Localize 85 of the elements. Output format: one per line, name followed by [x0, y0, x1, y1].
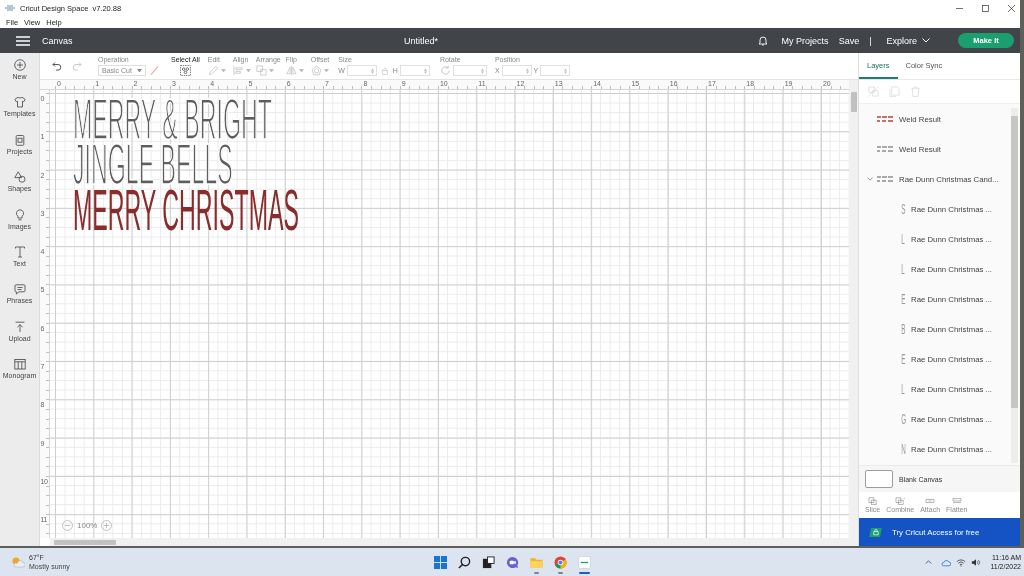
shapes-icon: [13, 171, 26, 184]
speech-bubble-icon: [13, 283, 26, 296]
layer-thumbnail: N: [901, 442, 905, 456]
spinner-icon: [370, 67, 374, 74]
layer-thumbnail: L: [901, 382, 905, 396]
layer-thumbnail: G: [901, 412, 905, 426]
spinner-icon: [480, 67, 484, 74]
upload-icon: [13, 320, 26, 333]
document-title: Untitled*: [404, 35, 439, 46]
layer-thumbnail: E: [901, 352, 905, 366]
separator: |: [869, 35, 872, 46]
t-shirt-icon: [13, 96, 26, 109]
speaker-icon[interactable]: [971, 557, 982, 567]
rotation-field[interactable]: [452, 65, 487, 76]
section-title: Canvas: [42, 35, 73, 46]
caret-icon: [220, 68, 226, 73]
close-icon[interactable]: [1008, 4, 1015, 12]
zoom-in-icon[interactable]: [101, 520, 113, 531]
maximize-icon[interactable]: [982, 4, 989, 12]
explore-button[interactable]: Explore: [886, 35, 930, 46]
attach-icon: [925, 496, 936, 505]
size-field[interactable]: [399, 65, 430, 76]
caret-icon: [323, 68, 329, 73]
scrollbar-thumb[interactable]: [1011, 116, 1018, 408]
windows-logo-icon[interactable]: [433, 555, 447, 569]
rotate-icon[interactable]: [439, 65, 451, 76]
flip-icon[interactable]: [285, 65, 297, 76]
scrollbar[interactable]: [50, 538, 858, 546]
caret-icon: [298, 68, 304, 73]
layer-thumbnail: L: [901, 262, 905, 276]
offset-icon[interactable]: [310, 65, 322, 76]
layer-thumbnail: S: [901, 202, 905, 216]
lock-icon[interactable]: [381, 66, 388, 75]
slice-icon: [867, 496, 878, 505]
bell-icon[interactable]: [757, 35, 768, 46]
header-link[interactable]: Save: [838, 35, 860, 46]
pencil-icon[interactable]: [207, 65, 219, 76]
cloud-icon[interactable]: [941, 557, 952, 567]
scrollbar-thumb[interactable]: [54, 539, 116, 545]
position-field[interactable]: [501, 65, 532, 76]
size-field[interactable]: [346, 65, 377, 76]
zoom-level: 100%: [77, 521, 98, 530]
blank-canvas-swatch[interactable]: [865, 470, 893, 488]
chevron-up-icon[interactable]: [925, 560, 933, 564]
spinner-icon: [525, 67, 529, 74]
spinner-icon: [423, 67, 427, 74]
folder-icon[interactable]: [529, 555, 543, 569]
layer-thumbnail: E: [901, 292, 905, 306]
scrollbar[interactable]: [1011, 108, 1018, 463]
arrange-icon[interactable]: [255, 65, 267, 76]
caret-icon: [268, 68, 274, 73]
flatten-icon: [951, 496, 962, 505]
caret-icon: [137, 68, 142, 73]
zoom-out-icon[interactable]: [62, 520, 73, 531]
canvas-text-object[interactable]: MERRY CHRISTMAS: [73, 186, 299, 234]
shopping-bag-icon: [869, 527, 882, 537]
caret-icon: [922, 38, 930, 43]
select-all-icon[interactable]: [179, 65, 191, 76]
browser-icon[interactable]: [553, 555, 567, 569]
scrollbar[interactable]: [849, 80, 858, 538]
undo-icon[interactable]: [52, 61, 62, 71]
combine-icon: [895, 496, 906, 505]
chevron-down-icon[interactable]: [867, 177, 873, 181]
search-icon[interactable]: [457, 555, 471, 569]
position-field[interactable]: [540, 65, 571, 76]
canvas-text-object[interactable]: JINGLE BELLS: [73, 141, 233, 188]
header-link[interactable]: My Projects: [781, 35, 829, 46]
scrollbar-thumb[interactable]: [850, 92, 857, 112]
caret-icon: [245, 68, 251, 73]
lightbulb-icon: [13, 208, 26, 221]
menu-icon[interactable]: [16, 35, 30, 46]
align-icon[interactable]: [232, 65, 244, 76]
task-view-icon[interactable]: [481, 555, 495, 569]
pen-icon[interactable]: [150, 66, 159, 75]
layer-thumbnail: B: [901, 322, 905, 336]
plus-circle-icon: [13, 59, 26, 71]
weather-sun-cloud-icon[interactable]: [11, 556, 25, 568]
clipboard-icon: [13, 133, 26, 146]
monogram-frame-icon: [13, 358, 26, 371]
app-logo-icon: [5, 5, 15, 11]
app-tile-icon[interactable]: [577, 555, 591, 569]
wifi-icon[interactable]: [956, 557, 967, 567]
text-tool-icon: [13, 245, 26, 258]
layer-thumbnail: L: [901, 232, 905, 246]
chat-bubble-icon[interactable]: [505, 555, 519, 569]
